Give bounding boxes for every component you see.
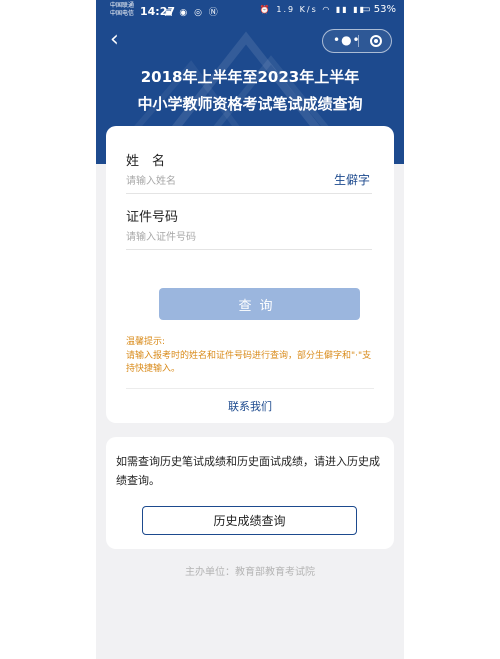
id-underline: [126, 249, 372, 250]
carrier-2: 中国电信: [110, 10, 135, 17]
name-label: 姓 名: [126, 154, 166, 169]
more-dots-icon[interactable]: •●•: [333, 33, 361, 47]
contact-us-link[interactable]: 联系我们: [106, 398, 394, 414]
network-speed: 1.9 K/s: [276, 5, 318, 14]
id-label: 证件号码: [126, 210, 179, 225]
history-query-button[interactable]: 历史成绩查询: [142, 506, 357, 535]
phone-screen: 中国联通 中国电信 14:27 ▣ ◉ ◎ Ⓝ ⏰ 1.9 K/s ◠ ▮▮ ▮…: [96, 0, 404, 659]
organizer-footer: 主办单位：教育部教育考试院: [185, 567, 315, 578]
miniprogram-capsule: •●•: [322, 29, 392, 53]
battery-indicator: ▭ 53%: [361, 4, 396, 15]
tip-text: 请输入报考时的姓名和证件号码进行查询，部分生僻字和"·"支持快捷输入。: [126, 351, 372, 374]
capsule-divider: [358, 35, 359, 47]
history-description: 如需查询历史笔试成绩和历史面试成绩，请进入历史成绩查询。: [116, 455, 380, 487]
query-form-card: 姓 名 生僻字 证件号码 查询 温馨提示: 请输入报考时的姓名和证件号码进行查询…: [106, 126, 394, 423]
page-title-line2: 中小学教师资格考试笔试成绩查询: [137, 95, 363, 113]
name-underline: [126, 193, 372, 194]
battery-percent: 53%: [373, 4, 396, 15]
status-bar: 中国联通 中国电信 14:27 ▣ ◉ ◎ Ⓝ ⏰ 1.9 K/s ◠ ▮▮ ▮…: [96, 0, 404, 22]
id-number-input[interactable]: [126, 228, 372, 246]
carrier-info: 中国联通 中国电信: [110, 2, 134, 18]
notification-icons: ▣ ◉ ◎ Ⓝ: [164, 8, 220, 18]
rare-char-link[interactable]: 生僻字: [334, 171, 370, 188]
divider: [126, 388, 374, 389]
query-button[interactable]: 查询: [159, 288, 360, 320]
tip-title: 温馨提示:: [126, 337, 166, 347]
system-icons: ⏰ 1.9 K/s ◠ ▮▮ ▮▮: [259, 5, 366, 14]
history-card: 如需查询历史笔试成绩和历史面试成绩，请进入历史成绩查询。 历史成绩查询: [106, 437, 394, 549]
carrier-1: 中国联通: [110, 2, 135, 9]
page-title-line1: 2018年上半年至2023年上半年: [140, 68, 360, 86]
back-arrow-icon[interactable]: ‹: [110, 28, 130, 52]
target-icon[interactable]: [370, 35, 382, 47]
